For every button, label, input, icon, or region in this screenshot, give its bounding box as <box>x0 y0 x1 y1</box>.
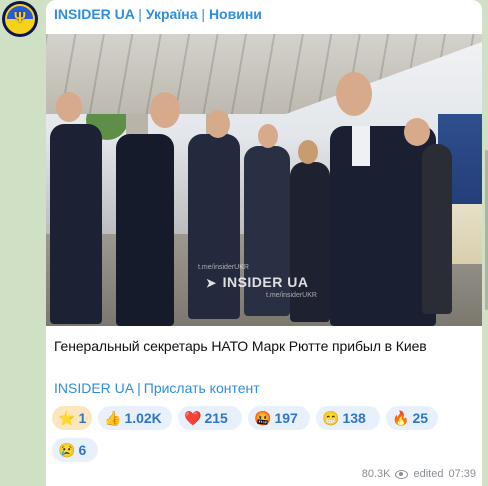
channel-link[interactable]: INSIDER UA <box>54 380 134 396</box>
person-left <box>116 134 174 326</box>
channel-avatar[interactable]: Ψ <box>2 1 38 37</box>
post-photo[interactable]: t.me/insiderUKR ➤ INSIDER UA t.me/insider… <box>46 34 482 326</box>
person-head <box>56 92 82 122</box>
thumbs-up-icon: 👍 <box>104 409 122 426</box>
grin-face-icon: 😁 <box>322 409 340 426</box>
person-middle <box>188 134 240 319</box>
eye-icon <box>395 469 409 479</box>
person-head <box>404 118 430 146</box>
reaction-heart[interactable]: ❤️ 215 <box>178 406 242 430</box>
heart-icon: ❤️ <box>184 409 202 426</box>
message-bubble: INSIDER UA | Україна | Новини t.me/insid… <box>46 0 482 486</box>
telegram-icon: ➤ <box>206 276 217 290</box>
post-caption: Генеральный секретарь НАТО Марк Рютте пр… <box>54 338 427 354</box>
submit-content-link[interactable]: Прислать контент <box>144 380 260 396</box>
watermark-small: t.me/insiderUKR <box>266 292 317 299</box>
trident-icon: Ψ <box>13 9 27 26</box>
angry-face-icon: 🤬 <box>254 409 272 426</box>
post-links: INSIDER UA | Прислать контент <box>54 380 260 396</box>
star-icon: ⭐ <box>58 409 76 426</box>
person-head <box>336 72 372 116</box>
reaction-angry[interactable]: 🤬 197 <box>248 406 310 430</box>
watermark-small: t.me/insiderUKR <box>198 264 249 271</box>
view-count: 80.3K <box>361 468 391 480</box>
reaction-star[interactable]: ⭐ 1 <box>52 406 92 430</box>
person-back <box>244 146 290 316</box>
person-right <box>422 144 452 314</box>
person-head <box>258 124 278 148</box>
person-photographer <box>50 124 102 324</box>
person-rutte <box>330 126 436 326</box>
channel-tag-news: Новини <box>208 6 262 22</box>
reaction-fire[interactable]: 🔥 25 <box>386 406 438 430</box>
canopy-beams <box>46 34 482 114</box>
channel-name[interactable]: INSIDER UA <box>54 6 134 22</box>
channel-tag-ukraine: Україна <box>145 6 198 22</box>
reaction-thumbs-up[interactable]: 👍 1.02K <box>98 406 172 430</box>
shirt <box>352 126 370 166</box>
edited-label: edited <box>413 468 444 480</box>
person-head <box>298 140 318 164</box>
channel-header[interactable]: INSIDER UA | Україна | Новини <box>54 6 262 22</box>
message-meta: 80.3K edited 07:39 <box>362 468 476 480</box>
photo-watermark: ➤ INSIDER UA <box>206 274 309 290</box>
reaction-sad[interactable]: 😢 6 <box>52 438 98 462</box>
reaction-grin[interactable]: 😁 138 <box>316 406 380 430</box>
person-head <box>206 110 230 138</box>
message-time: 07:39 <box>448 468 476 480</box>
person-head <box>150 92 180 128</box>
sad-face-icon: 😢 <box>58 441 76 458</box>
fire-icon: 🔥 <box>392 409 410 426</box>
